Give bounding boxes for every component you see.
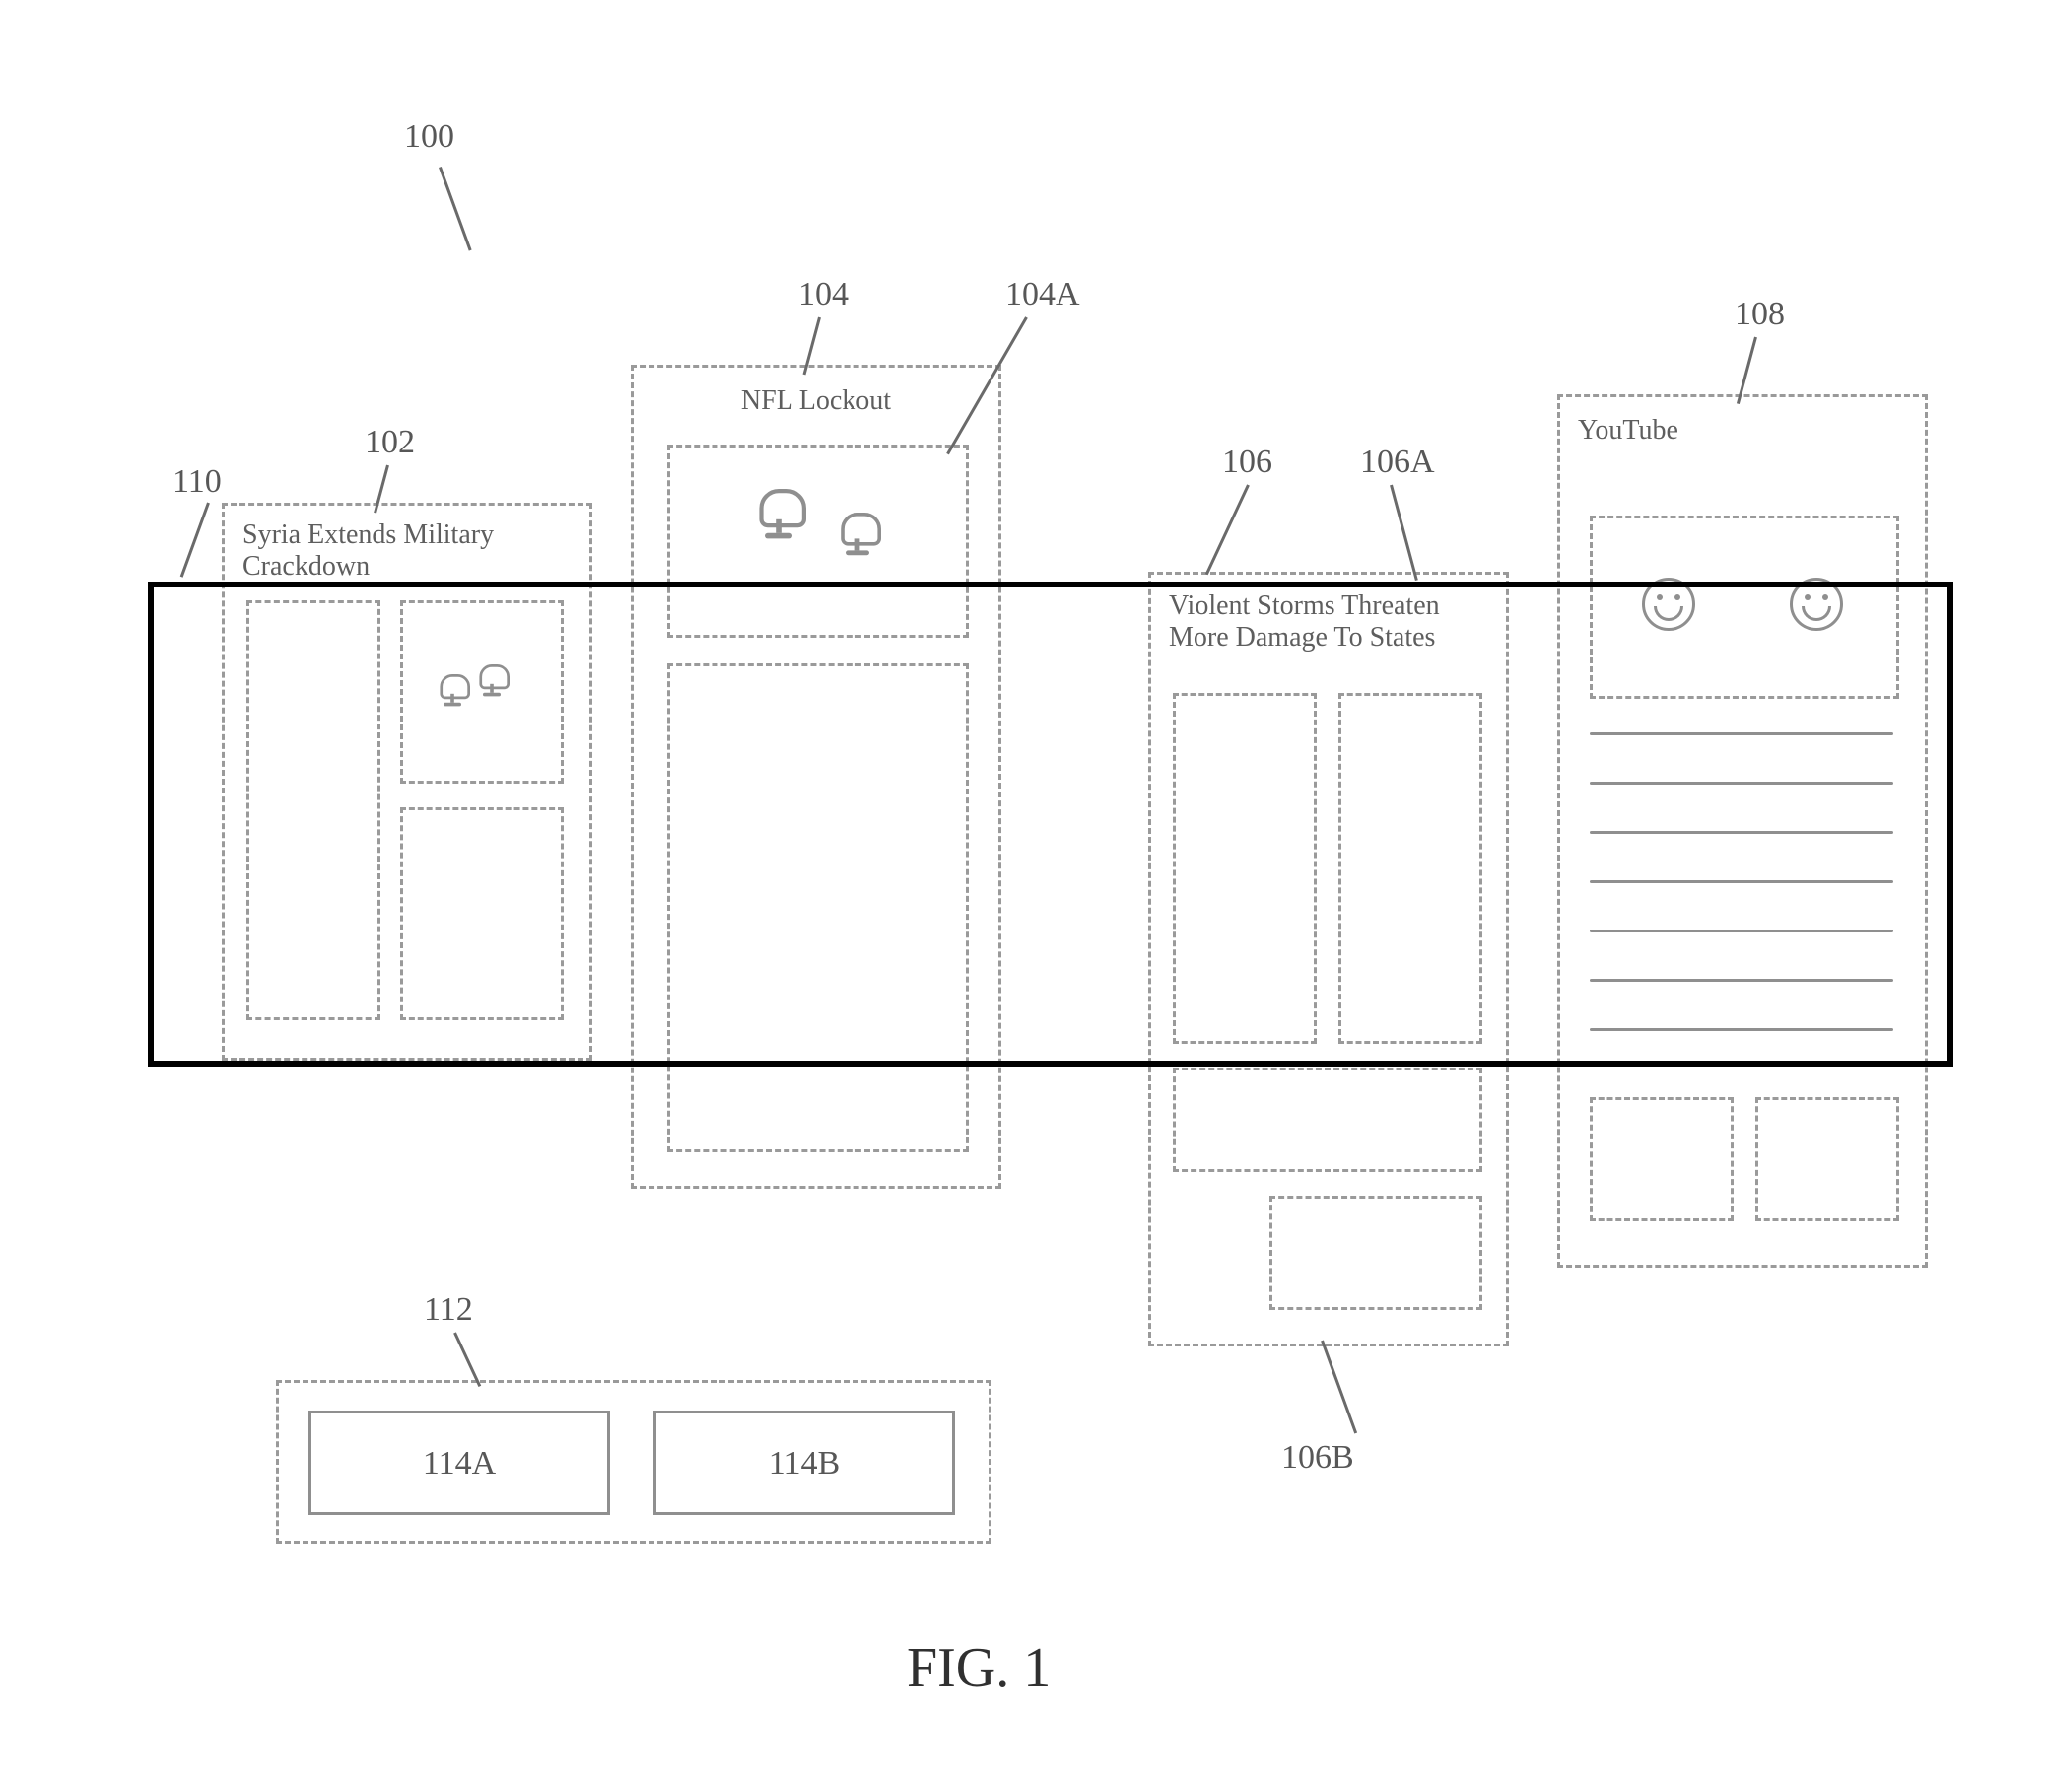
- ref-110: 110: [172, 463, 222, 501]
- panel-112-box-a: 114A: [308, 1411, 610, 1515]
- lead-112: [453, 1332, 481, 1387]
- ref-114A: 114A: [311, 1445, 607, 1482]
- lead-106a: [1390, 485, 1418, 581]
- figure-label: FIG. 1: [907, 1636, 1051, 1699]
- ref-112: 112: [424, 1291, 473, 1329]
- viewport-rectangle: [148, 582, 1953, 1067]
- panel-104-title: NFL Lockout: [651, 385, 981, 417]
- panel-106-slot-bottom: [1269, 1196, 1482, 1310]
- lead-110: [180, 502, 210, 577]
- panel-112: 114A 114B: [276, 1380, 991, 1544]
- ref-106A: 106A: [1360, 444, 1435, 481]
- lead-106b: [1321, 1340, 1357, 1433]
- ref-104A: 104A: [1005, 276, 1080, 313]
- trophy-icon: [751, 489, 806, 544]
- trophy-icon: [834, 513, 881, 560]
- patent-figure: 100 Syria Extends Military Crackdown 102…: [0, 0, 2050, 1792]
- panel-108-title: YouTube: [1578, 415, 1907, 447]
- ref-102: 102: [365, 424, 415, 461]
- ref-100: 100: [404, 118, 454, 156]
- ref-114B: 114B: [656, 1445, 952, 1482]
- lead-100: [439, 167, 472, 251]
- panel-112-box-b: 114B: [653, 1411, 955, 1515]
- panel-106-slot-mid: [1173, 1068, 1482, 1172]
- ref-106: 106: [1222, 444, 1272, 481]
- ref-104: 104: [798, 276, 849, 313]
- panel-108-thumb-left: [1590, 1097, 1734, 1221]
- ref-106B: 106B: [1281, 1439, 1354, 1477]
- panel-108-thumb-right: [1755, 1097, 1899, 1221]
- panel-102-title: Syria Extends Military Crackdown: [242, 519, 572, 583]
- lead-106: [1205, 484, 1250, 575]
- ref-108: 108: [1735, 296, 1785, 333]
